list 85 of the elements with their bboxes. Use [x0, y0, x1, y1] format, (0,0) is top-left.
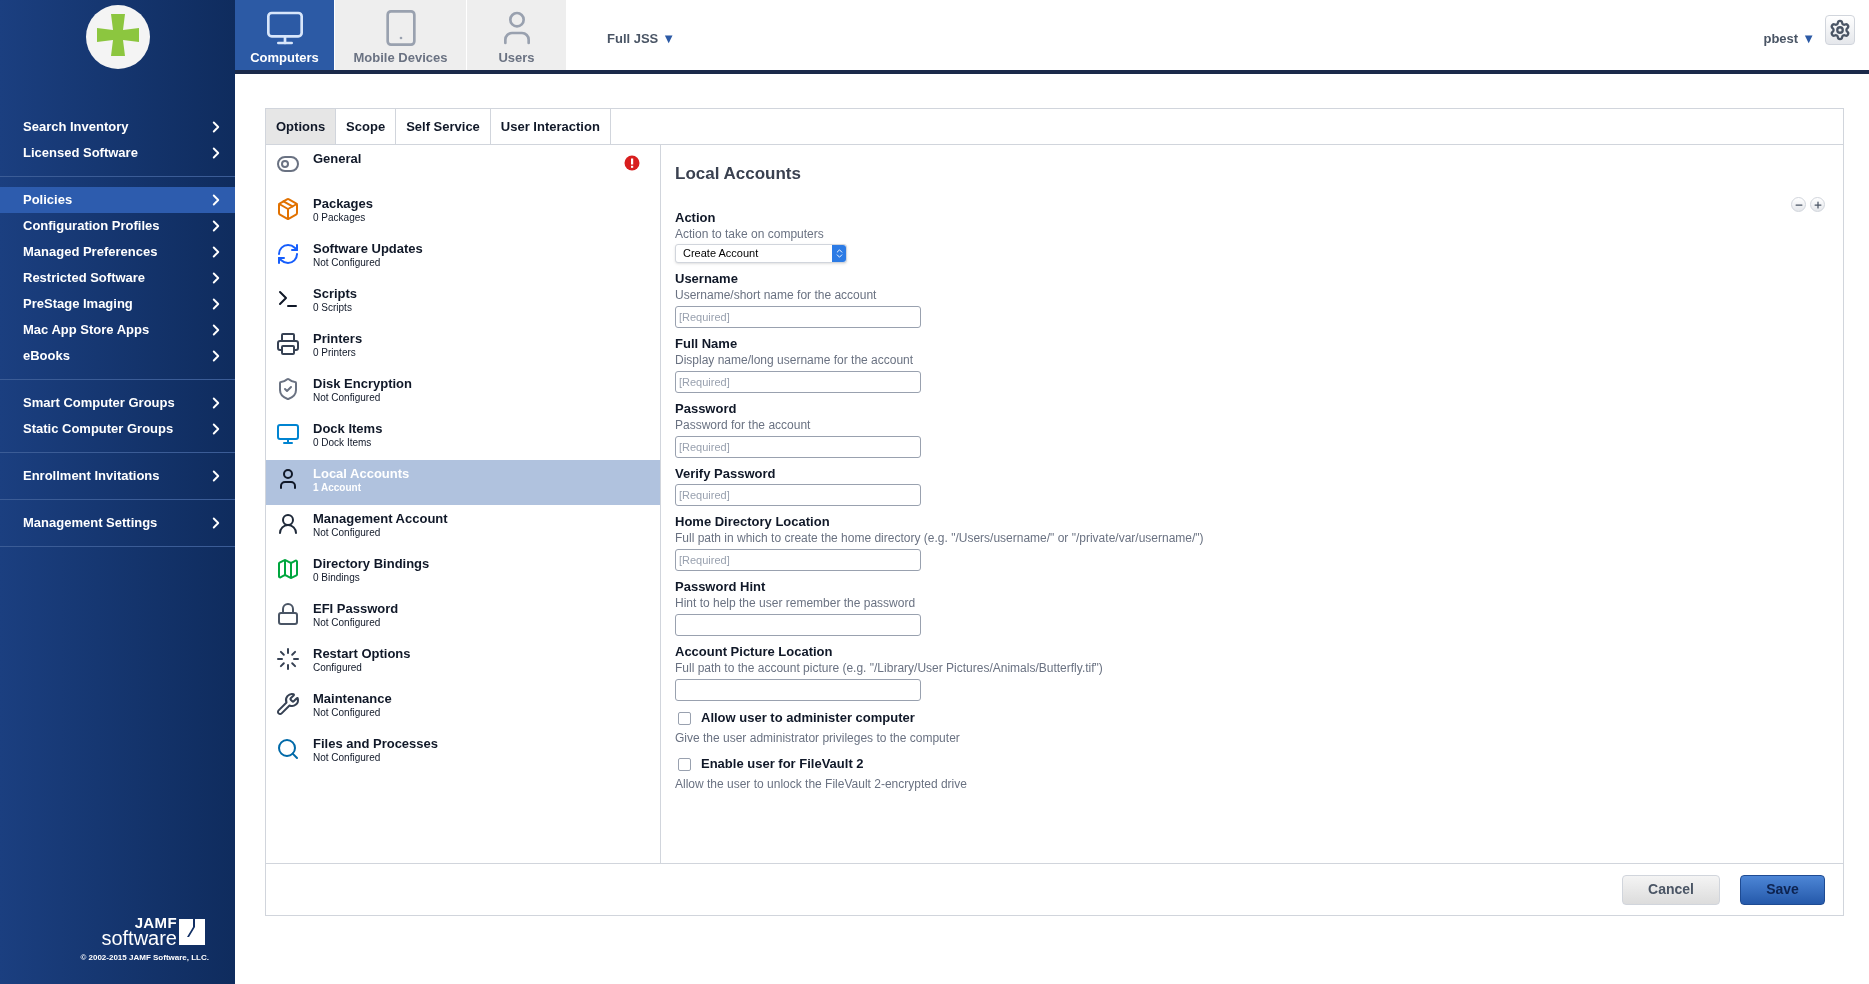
plus-icon — [1812, 199, 1823, 210]
sidebar-item[interactable]: Managed Preferences — [0, 239, 235, 265]
text-field[interactable]: [Required] — [675, 484, 921, 506]
payload-item[interactable]: General — [266, 145, 660, 190]
text-field[interactable] — [675, 614, 921, 636]
field-label: Full Name — [675, 336, 739, 352]
action-dropdown[interactable]: Create Account — [675, 244, 847, 263]
payload-item[interactable]: Dock Items 0 Dock Items — [266, 415, 660, 460]
field-hint: Display name/long username for the account — [675, 352, 915, 369]
spinner-icon — [276, 647, 300, 671]
payload-item[interactable]: Scripts 0 Scripts — [266, 280, 660, 325]
sidebar-item[interactable]: eBooks — [0, 343, 235, 369]
payload-item[interactable]: Maintenance Not Configured — [266, 685, 660, 730]
sidebar-item[interactable]: Static Computer Groups — [0, 416, 235, 442]
field-label: Password — [675, 401, 738, 417]
sidebar-item[interactable]: Mac App Store Apps — [0, 317, 235, 343]
text-field[interactable]: [Required] — [675, 436, 921, 458]
text-field[interactable]: [Required] — [675, 549, 921, 571]
sidebar-item[interactable]: Management Settings — [0, 510, 235, 536]
printer-icon — [276, 332, 300, 356]
field-hint: Username/short name for the account — [675, 287, 878, 304]
sidebar-item[interactable]: Smart Computer Groups — [0, 390, 235, 416]
checkbox[interactable] — [678, 757, 691, 771]
site-menu[interactable]: Full JSS ▼ — [607, 29, 676, 49]
sidebar-item[interactable]: Restricted Software — [0, 265, 235, 291]
field-hint: Allow the user to unlock the FileVault 2-encrypted drive — [675, 776, 968, 793]
text-field[interactable] — [675, 679, 921, 701]
person-icon — [276, 512, 300, 536]
sidebar-item[interactable]: PreStage Imaging — [0, 291, 235, 317]
payload-item[interactable]: Disk Encryption Not Configured — [266, 370, 660, 415]
sidebar-item[interactable]: Licensed Software — [0, 140, 235, 166]
field-label: Verify Password — [675, 466, 777, 482]
box-icon — [276, 197, 300, 221]
payload-item[interactable]: Files and Processes Not Configured — [266, 730, 660, 775]
magnifier-icon — [276, 737, 300, 761]
top-tab[interactable]: Computers — [235, 0, 335, 70]
field-hint: Action to take on computers — [675, 226, 825, 243]
wrench-icon — [276, 692, 300, 716]
sidebar-item[interactable]: Policies — [0, 187, 235, 213]
text-field[interactable]: [Required] — [675, 371, 921, 393]
lock-icon — [276, 602, 300, 626]
sidebar-item[interactable]: Search Inventory — [0, 114, 235, 140]
sidebar-item[interactable]: Configuration Profiles — [0, 213, 235, 239]
checkbox[interactable] — [678, 711, 691, 725]
alert-icon — [624, 155, 640, 171]
payload-item[interactable]: Management Account Not Configured — [266, 505, 660, 550]
checkbox-label: Enable user for FileVault 2 — [701, 755, 864, 773]
field-label: Action — [675, 210, 717, 226]
top-tab[interactable]: Mobile Devices — [335, 0, 467, 70]
field-hint: Password for the account — [675, 417, 812, 434]
payload-item[interactable]: EFI Password Not Configured — [266, 595, 660, 640]
add-button[interactable] — [1810, 197, 1825, 212]
monitor-icon — [276, 422, 300, 446]
copyright: © 2002-2015 JAMF Software, LLC. — [80, 952, 209, 964]
payload-item[interactable]: Restart Options Configured — [266, 640, 660, 685]
payload-item[interactable]: Software Updates Not Configured — [266, 235, 660, 280]
sidebar-item[interactable]: Enrollment Invitations — [0, 463, 235, 489]
user-menu[interactable]: pbest ▼ — [1763, 29, 1815, 49]
field-label: Username — [675, 271, 739, 287]
payload-item[interactable]: Printers 0 Printers — [266, 325, 660, 370]
checkbox-label: Allow user to administer computer — [701, 709, 915, 727]
payload-item[interactable]: Packages 0 Packages — [266, 190, 660, 235]
brand-name: JAMF — [134, 915, 177, 930]
top-tab[interactable]: Users — [467, 0, 567, 70]
map-icon — [276, 557, 300, 581]
refresh-icon — [276, 242, 300, 266]
payload-item[interactable]: Directory Bindings 0 Bindings — [266, 550, 660, 595]
field-hint: Hint to help the user remember the password — [675, 595, 917, 612]
field-label: Password Hint — [675, 579, 767, 595]
field-hint: Give the user administrator privileges to the computer — [675, 730, 961, 747]
settings-icon — [1829, 19, 1851, 41]
brand-mark-icon — [179, 918, 205, 945]
field-label: Account Picture Location — [675, 644, 834, 660]
field-label: Home Directory Location — [675, 514, 831, 530]
logo-icon — [84, 4, 151, 70]
brand-name: software — [101, 928, 177, 948]
tab[interactable]: Options — [266, 109, 337, 144]
field-hint: Full path to the account picture (e.g. "/Library/User Pictures/Animals/Butterfly.tif") — [675, 660, 1104, 677]
settings-button[interactable] — [1825, 15, 1855, 45]
remove-button[interactable] — [1791, 197, 1806, 212]
shield-icon — [276, 377, 300, 401]
section-title: Local Accounts — [675, 163, 801, 185]
cancel-button[interactable]: Cancel — [1622, 874, 1720, 905]
field-hint: Full path in which to create the home directory (e.g. "/Users/username/" or "/private/var/username/") — [675, 530, 1205, 547]
text-field[interactable]: [Required] — [675, 306, 921, 328]
